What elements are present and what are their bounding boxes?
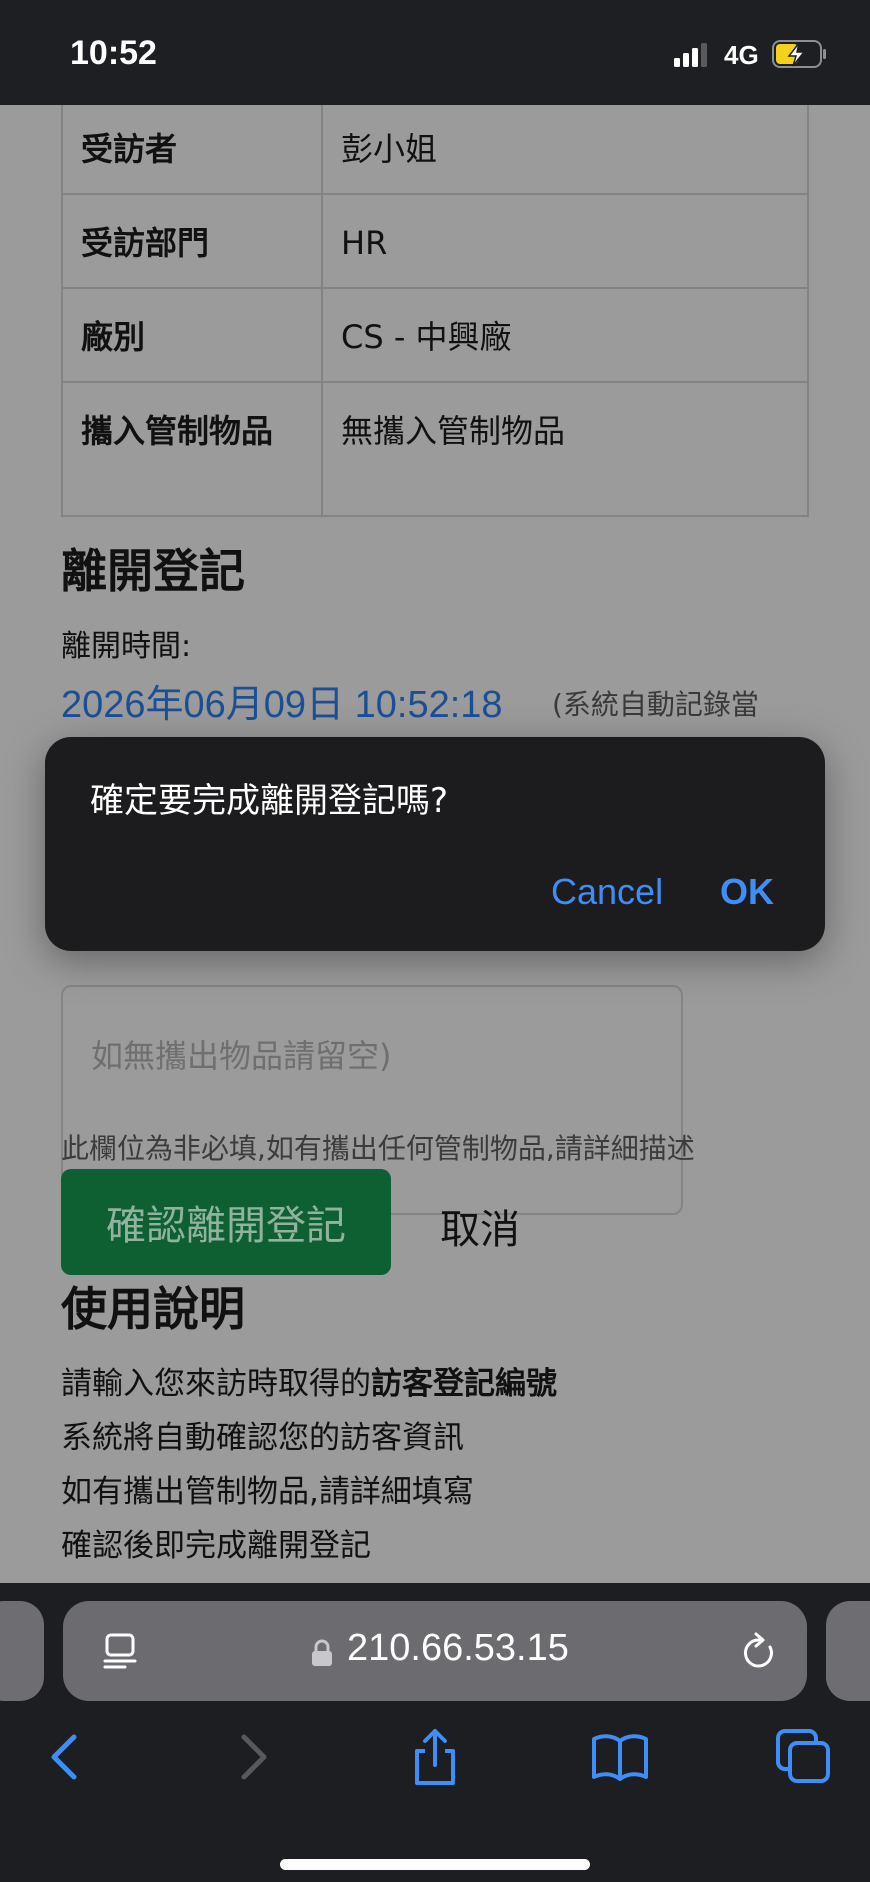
instruction-line: 請輸入您來訪時取得的訪客登記編號 — [61, 1366, 557, 1402]
instruction-line: 系統將自動確認您的訪客資訊 — [61, 1420, 464, 1456]
lock-icon — [312, 1639, 332, 1666]
back-icon[interactable] — [36, 1727, 96, 1787]
table-row: 攜入管制物品 無攜入管制物品 — [61, 381, 809, 517]
row-value: HR — [321, 193, 809, 289]
browser-chrome: 210.66.53.15 — [0, 1583, 870, 1882]
page-menu-icon[interactable] — [101, 1631, 141, 1671]
address-bar[interactable]: 210.66.53.15 — [63, 1601, 807, 1701]
instructions-title: 使用說明 — [61, 1282, 245, 1336]
table-row: 廠別 CS - 中興廠 — [61, 287, 809, 383]
status-bar: 10:52 4G — [0, 0, 870, 105]
confirm-dialog: 確定要完成離開登記嗎? Cancel OK — [45, 737, 825, 951]
reload-icon[interactable] — [739, 1631, 779, 1673]
row-key: 受訪部門 — [61, 193, 323, 289]
visitor-info-table: 受訪者 彭小姐 受訪部門 HR 廠別 CS - 中興廠 攜入管制物品 無攜入管制… — [61, 105, 809, 517]
leave-time-value: 2026年06月09日 10:52:18 — [61, 684, 503, 726]
next-tab-peek[interactable] — [826, 1601, 870, 1701]
cancel-link[interactable]: 取消 — [440, 1197, 520, 1255]
url-text: 210.66.53.15 — [347, 1627, 569, 1669]
instruction-bold: 訪客登記編號 — [371, 1366, 557, 1402]
battery-charging-icon — [772, 40, 826, 68]
dialog-message: 確定要完成離開登記嗎? — [90, 781, 449, 821]
leave-time-label: 離開時間: — [61, 629, 192, 664]
forward-icon[interactable] — [222, 1727, 282, 1787]
signal-icon — [674, 43, 707, 67]
previous-tab-peek[interactable] — [0, 1601, 44, 1701]
leave-time-note: (系統自動記錄當 — [552, 688, 759, 721]
row-value: 彭小姐 — [321, 105, 809, 195]
network-label: 4G — [724, 40, 759, 70]
table-row: 受訪者 彭小姐 — [61, 105, 809, 195]
confirm-leave-button[interactable]: 確認離開登記 — [61, 1169, 391, 1275]
row-key: 受訪者 — [61, 105, 323, 195]
share-icon[interactable] — [405, 1727, 465, 1787]
instruction-line: 確認後即完成離開登記 — [61, 1528, 371, 1564]
status-time: 10:52 — [70, 34, 157, 72]
textarea-placeholder: 如無攜出物品請留空) — [91, 1037, 392, 1075]
tabs-icon[interactable] — [774, 1727, 834, 1787]
instructions-list: 請輸入您來訪時取得的訪客登記編號 系統將自動確認您的訪客資訊 如有攜出管制物品,… — [61, 1357, 557, 1573]
row-key: 廠別 — [61, 287, 323, 383]
instruction-line: 如有攜出管制物品,請詳細填寫 — [61, 1474, 474, 1510]
dialog-cancel-button[interactable]: Cancel — [551, 871, 663, 913]
leave-section-title: 離開登記 — [61, 544, 245, 598]
row-key: 攜入管制物品 — [61, 381, 323, 517]
textarea-help-text: 此欄位為非必填,如有攜出任何管制物品,請詳細描述 — [61, 1132, 695, 1165]
screen: 10:52 4G 受訪者 彭小姐 受訪部門 HR 廠別 CS - 中興廠 攜入管… — [0, 0, 870, 1882]
home-indicator[interactable] — [280, 1859, 590, 1870]
dialog-ok-button[interactable]: OK — [720, 871, 774, 913]
row-value: CS - 中興廠 — [321, 287, 809, 383]
table-row: 受訪部門 HR — [61, 193, 809, 289]
row-value: 無攜入管制物品 — [321, 381, 809, 517]
bookmarks-icon[interactable] — [590, 1727, 650, 1787]
